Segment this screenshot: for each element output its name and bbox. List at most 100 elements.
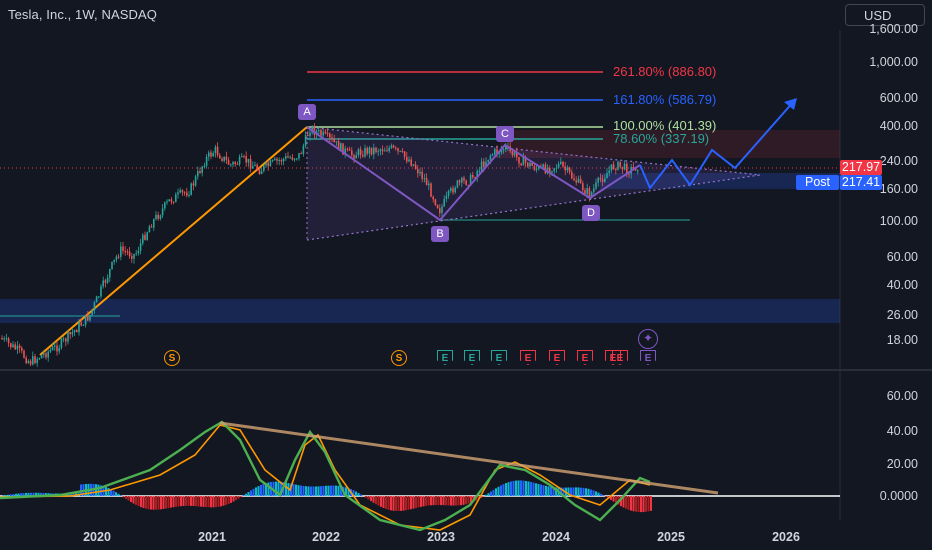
histogram-bar <box>455 496 457 506</box>
candle-body <box>417 168 419 174</box>
candle-body <box>450 188 452 191</box>
histogram-bar <box>295 484 297 496</box>
candle-body <box>595 182 597 189</box>
candle-body <box>80 322 82 326</box>
histogram-bar <box>525 480 527 496</box>
candle-body <box>109 269 111 278</box>
price-axis-label: 1,000.00 <box>869 55 918 69</box>
candle-body <box>421 171 423 179</box>
histogram-bar <box>545 485 547 496</box>
histogram-bar <box>515 480 517 496</box>
histogram-bar <box>497 486 500 496</box>
histogram-bar <box>502 484 505 496</box>
histogram-bar <box>417 496 420 508</box>
support-zone-lower <box>0 299 840 323</box>
histogram-bar <box>177 496 180 507</box>
candle-body <box>397 148 399 152</box>
candle-body <box>535 168 538 170</box>
pattern-point-a: A <box>298 104 316 120</box>
fib-1618-label: 161.80% (586.79) <box>613 92 717 107</box>
candle-body <box>465 180 467 186</box>
candle-body <box>423 178 426 180</box>
post-market-label: Post <box>796 175 839 190</box>
candle-body <box>430 183 432 197</box>
candle-body <box>214 146 217 153</box>
candle-body <box>320 129 322 136</box>
candle-body <box>78 322 80 333</box>
candle-body <box>67 332 69 342</box>
histogram-bar <box>435 496 437 506</box>
candle-body <box>381 149 384 152</box>
histogram-bar <box>10 494 12 496</box>
histogram-bar <box>535 483 537 496</box>
candle-body <box>54 345 56 347</box>
histogram-bar <box>297 485 300 496</box>
candle-body <box>542 164 544 168</box>
split-event-marker[interactable]: S <box>164 350 180 366</box>
candle-body <box>428 183 430 186</box>
histogram-bar <box>190 496 192 506</box>
histogram-bar <box>225 496 227 505</box>
candle-body <box>304 135 307 146</box>
split-event-marker[interactable]: S <box>391 350 407 366</box>
histogram-bar <box>302 485 305 496</box>
histogram-bar <box>375 496 377 505</box>
histogram-bar <box>512 480 515 496</box>
upcoming-event-icon[interactable]: ✦ <box>638 329 658 349</box>
candle-body <box>491 154 494 156</box>
histogram-bar <box>135 496 137 505</box>
candle-body <box>27 360 30 364</box>
time-axis-label: 2024 <box>542 530 570 544</box>
histogram-bar <box>405 496 407 511</box>
candle-body <box>161 208 164 216</box>
time-axis-label: 2022 <box>312 530 340 544</box>
candle-body <box>555 167 558 169</box>
histogram-bar <box>240 496 242 498</box>
candle-body <box>386 150 388 152</box>
last-price-badge: 217.97 <box>840 160 882 175</box>
price-axis-label: 600.00 <box>879 91 918 105</box>
candle-body <box>263 165 265 172</box>
histogram-bar <box>527 481 530 496</box>
candle-body <box>164 202 166 209</box>
histogram-bar <box>580 487 582 496</box>
histogram-bar <box>600 493 602 496</box>
chart-canvas[interactable] <box>0 0 932 550</box>
candle-body <box>34 356 36 364</box>
pattern-point-c: C <box>496 126 514 142</box>
candle-body <box>384 150 386 152</box>
histogram-bar <box>150 496 152 510</box>
histogram-bar <box>587 488 590 496</box>
candle-body <box>335 141 338 143</box>
histogram-bar <box>157 496 160 510</box>
histogram-bar <box>642 496 645 513</box>
candle-body <box>122 246 124 251</box>
histogram-bar <box>152 496 155 510</box>
candle-body <box>179 190 181 193</box>
histogram-bar <box>365 496 367 498</box>
candle-body <box>157 214 159 219</box>
histogram-bar <box>320 486 322 496</box>
histogram-bar <box>182 496 185 506</box>
candle-body <box>225 156 228 160</box>
candle-body <box>520 163 522 166</box>
candle-body <box>584 190 586 194</box>
candle-body <box>219 155 221 159</box>
candle-body <box>258 169 261 175</box>
histogram-bar <box>432 496 435 506</box>
histogram-bar <box>530 481 532 496</box>
candle-body <box>456 180 459 188</box>
histogram-bar <box>520 480 522 496</box>
histogram-bar <box>12 494 15 496</box>
candle-body <box>56 345 58 352</box>
candle-body <box>47 351 49 358</box>
candle-body <box>368 147 371 154</box>
histogram-bar <box>370 496 372 502</box>
candle-body <box>566 167 569 171</box>
histogram-bar <box>377 496 380 506</box>
histogram-bar <box>205 496 207 508</box>
candle-body <box>478 170 481 172</box>
candle-body <box>188 194 190 196</box>
candle-body <box>183 192 186 194</box>
candle-body <box>1 338 3 340</box>
